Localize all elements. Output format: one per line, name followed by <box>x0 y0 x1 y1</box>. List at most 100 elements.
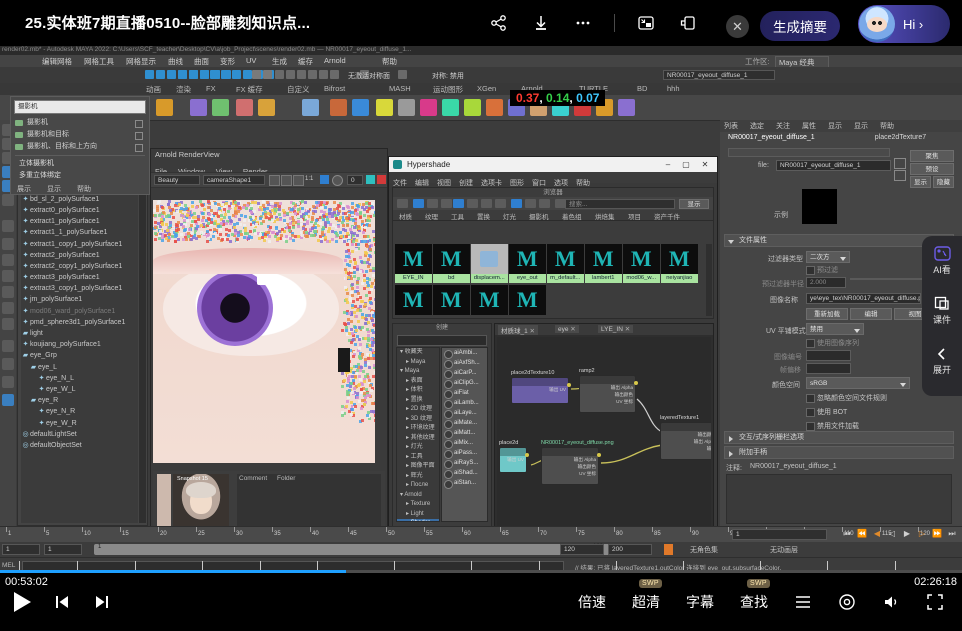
ae-node-tab-1[interactable]: place2dTexture7 <box>875 134 926 141</box>
outliner-scrollbar[interactable] <box>139 149 146 523</box>
speed-button[interactable]: 倍速 <box>578 592 606 612</box>
toolbox-icon-12[interactable] <box>2 318 14 330</box>
outliner-item-extract2_polySurface1[interactable]: ✦extract2_polySurface1 <box>21 250 138 261</box>
chapter-mark[interactable] <box>77 561 78 570</box>
comment-tab[interactable]: Comment <box>239 475 267 482</box>
hypershade-menu-文件[interactable]: 文件 <box>393 180 407 187</box>
frame-offset-field[interactable] <box>806 363 851 374</box>
node-output-port[interactable] <box>597 453 601 457</box>
material-category-纹理[interactable]: 纹理 <box>425 211 438 221</box>
material-category-烘焙集[interactable]: 烘焙集 <box>595 211 615 221</box>
hypershade-menu-选项[interactable]: 选项 <box>554 180 568 187</box>
create-node-aiAmbi...[interactable]: aiAmbi... <box>442 348 487 358</box>
material-swatch-m_default...[interactable]: Mm_default... <box>547 244 584 283</box>
attribute-node-tabs[interactable]: NR00017_eyeout_diffuse_1place2dTexture7 <box>720 132 962 144</box>
menu-item-4[interactable]: 曲面 <box>194 56 209 67</box>
status-tool-4-1[interactable] <box>286 70 295 79</box>
menu-item-1[interactable]: 网格工具 <box>84 56 114 67</box>
node-editor-tab-eye[interactable]: eye ✕ <box>555 325 579 333</box>
shelf-tab-动画[interactable]: 动画 <box>146 84 161 95</box>
subtitle-button[interactable]: 字幕 <box>686 592 714 612</box>
create-tree-item-灯光[interactable]: ▸ 灯光 <box>397 443 439 453</box>
edit-button[interactable]: 编辑 <box>850 308 892 320</box>
ae-checkbox-0[interactable] <box>806 394 815 403</box>
create-tree-item-Shader[interactable]: ▸ Shader <box>397 519 439 522</box>
time-slider[interactable]: 1510152025303540455055606570758085909510… <box>0 526 962 543</box>
shelf-icon-13[interactable] <box>486 99 503 116</box>
toolbox-icon-9[interactable] <box>2 270 14 282</box>
dropdown-extra-0[interactable]: 立体摄影机 <box>11 158 149 170</box>
file-attributes-section[interactable]: 文件属性 <box>724 234 954 247</box>
outliner-item-eye_N_R[interactable]: ✦eye_N_R <box>21 406 138 417</box>
create-node-aiMate...[interactable]: aiMate... <box>442 418 487 428</box>
outliner-item-mod06_ward_polySurface1[interactable]: ✦mod06_ward_polySurface1 <box>21 306 138 317</box>
chapter-mark[interactable] <box>317 561 318 570</box>
alpha-toggle-icon[interactable] <box>320 175 329 184</box>
shelf-tab-MASH[interactable]: MASH <box>389 84 411 93</box>
create-node-list[interactable]: aiAmbi...aiAxfSh...aiCarP...aiClipG...ai… <box>441 347 488 522</box>
create-tree-item-Maya[interactable]: ▾ Maya <box>397 367 439 377</box>
hypershade-tool-6[interactable] <box>481 199 492 208</box>
dropdown-footer-1[interactable]: 显示 <box>47 184 61 194</box>
material-category-摄影机[interactable]: 摄影机 <box>529 211 549 221</box>
node-output-port[interactable] <box>634 381 638 385</box>
menu-item-2[interactable]: 网格显示 <box>126 56 156 67</box>
pip-icon[interactable] <box>635 12 657 34</box>
material-category-资产千件[interactable]: 资产千件 <box>654 211 680 221</box>
camera-dropdown[interactable]: cameraShape1 <box>203 175 265 185</box>
selected-object-field[interactable]: NR00017_eyeout_diffuse_1 <box>663 70 775 80</box>
status-tool-2-3[interactable] <box>243 70 252 79</box>
uv-tiling-dropdown[interactable]: 禁用 <box>806 323 864 335</box>
status-tool-6-0[interactable] <box>398 70 407 79</box>
file-path-field[interactable]: NR00017_eyeout_diffuse_1 <box>776 160 891 171</box>
node-place2dTexture10[interactable]: 输出 UV <box>511 377 569 404</box>
node-output-port[interactable] <box>525 453 529 457</box>
volume-button[interactable] <box>882 593 900 611</box>
shelf-tab-BD[interactable]: BD <box>637 84 647 93</box>
material-swatch-EYE_IN[interactable]: MEYE_IN <box>395 244 432 283</box>
expand-button[interactable]: 展开 <box>922 336 962 386</box>
swatch-scrollbar[interactable] <box>706 244 712 316</box>
dropdown-item-0[interactable]: 摄影机 <box>11 117 149 129</box>
status-tool-4-0[interactable] <box>275 70 284 79</box>
shelf-icon-2[interactable] <box>212 99 229 116</box>
material-category-灯光[interactable]: 灯光 <box>503 211 516 221</box>
toolbox-icon-5[interactable] <box>2 194 14 206</box>
ae-checkbox-2[interactable] <box>806 422 815 431</box>
courseware-button[interactable]: 课件 <box>922 286 962 336</box>
texture-sample-swatch[interactable] <box>802 189 837 224</box>
menu-item-5[interactable]: 变形 <box>220 56 235 67</box>
create-node-aiClipG...[interactable]: aiClipG... <box>442 378 487 388</box>
gear-icon[interactable] <box>332 175 343 186</box>
shelf-icon-11[interactable] <box>442 99 459 116</box>
outliner-item-extract0_polySurface1[interactable]: ✦extract0_polySurface1 <box>21 205 138 216</box>
share-icon[interactable] <box>488 12 510 34</box>
playback-step-forward[interactable]: ▷ <box>916 528 928 540</box>
search-button[interactable]: SWP 查找 <box>740 592 768 612</box>
menu-item-3[interactable]: 曲线 <box>168 56 183 67</box>
material-category-着色组[interactable]: 着色组 <box>562 211 582 221</box>
chapter-mark[interactable] <box>19 561 20 570</box>
status-tool-0-2[interactable] <box>167 70 176 79</box>
chapter-mark[interactable] <box>683 561 684 570</box>
outliner-item-koujiang_polySurface1[interactable]: ✦koujiang_polySurface1 <box>21 339 138 350</box>
browser-category-tabs[interactable]: 材质纹理工具置换灯光摄影机着色组烘焙集项目资产千件 <box>393 210 713 221</box>
create-search-input[interactable] <box>397 335 487 346</box>
create-node-aiLamb...[interactable]: aiLamb... <box>442 398 487 408</box>
shelf-icon-10[interactable] <box>420 99 437 116</box>
shelf-icon-3[interactable] <box>236 99 253 116</box>
outliner-item-eye_N_L[interactable]: ✦eye_N_L <box>21 373 138 384</box>
dropdown-search-input[interactable]: 摄影机 <box>14 100 146 114</box>
color-space-dropdown[interactable]: sRGB <box>806 377 910 389</box>
shelf-tab-XGen[interactable]: XGen <box>477 84 496 93</box>
color-manage-icon[interactable] <box>366 175 375 184</box>
filter-type-dropdown[interactable]: 二次方 <box>806 251 850 263</box>
cast-icon[interactable] <box>677 12 699 34</box>
status-tool-4-3[interactable] <box>308 70 317 79</box>
toolbox-icon-8[interactable] <box>2 254 14 266</box>
node-place2dTexture2[interactable]: 输出 UV <box>499 447 527 473</box>
aov-dropdown[interactable]: Beauty <box>154 175 200 185</box>
dropdown-footer-0[interactable]: 展示 <box>17 184 31 194</box>
total-end-field[interactable]: 200 <box>608 544 652 555</box>
playback-play-back[interactable]: ◁ <box>886 528 898 540</box>
